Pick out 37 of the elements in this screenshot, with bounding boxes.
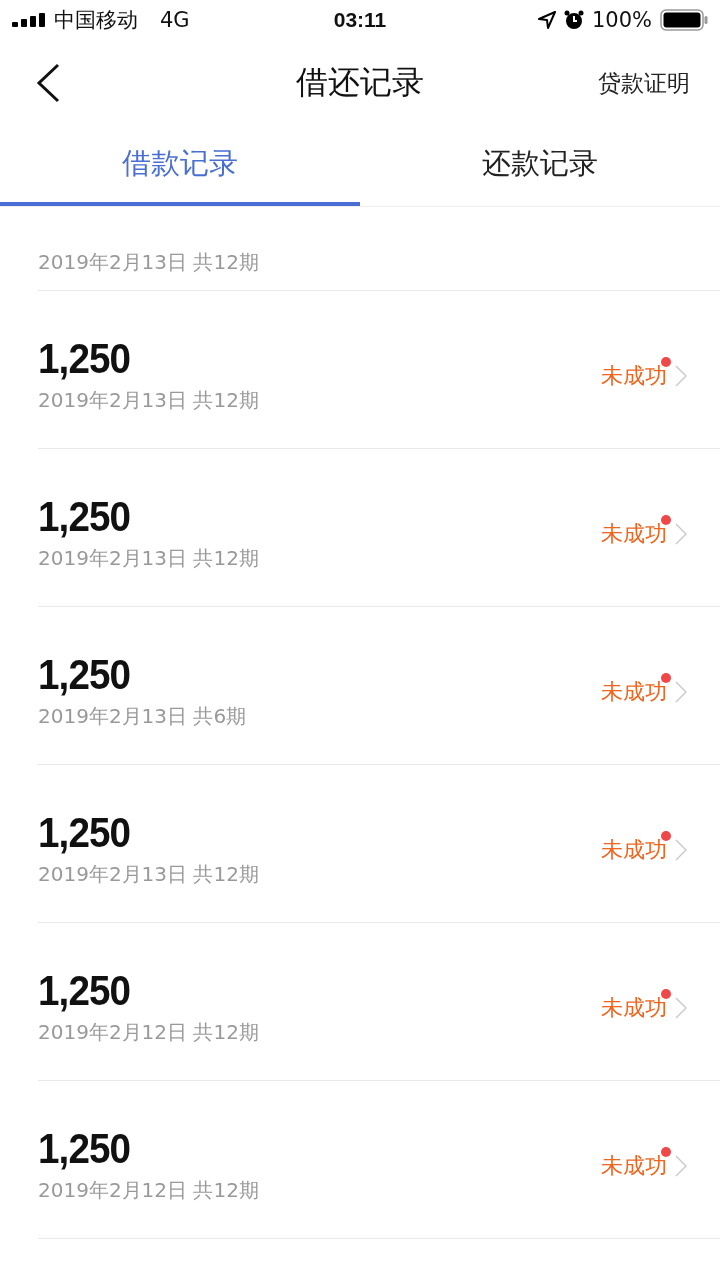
clock-time: 03:11 xyxy=(333,8,387,32)
loan-date-terms: 2019年2月13日 共6期 xyxy=(38,703,247,731)
loan-certificate-link[interactable]: 贷款证明 xyxy=(598,67,690,99)
chevron-right-icon xyxy=(675,996,687,1019)
loan-status: 未成功 xyxy=(601,361,667,390)
network-type: 4G xyxy=(160,8,190,32)
battery-percent: 100% xyxy=(591,8,652,32)
loan-amount: 1,250 xyxy=(38,652,132,698)
battery-icon xyxy=(660,9,708,31)
loan-date-terms: 2019年2月13日 共12期 xyxy=(38,387,259,415)
loan-status: 未成功 xyxy=(601,1151,667,1180)
alarm-clock-icon xyxy=(563,10,584,30)
location-arrow-icon xyxy=(537,11,556,29)
signal-icon xyxy=(12,13,46,27)
loan-status: 未成功 xyxy=(601,677,667,706)
loan-status: 未成功 xyxy=(601,993,667,1022)
chevron-right-icon xyxy=(675,364,687,387)
chevron-right-icon xyxy=(675,522,687,545)
chevron-right-icon xyxy=(675,680,687,703)
back-button[interactable] xyxy=(36,63,60,103)
loan-date-terms: 2019年2月13日 共12期 xyxy=(38,861,259,889)
loan-status: 未成功 xyxy=(601,519,667,548)
loan-date-terms: 2019年2月12日 共12期 xyxy=(38,1177,259,1205)
loan-status: 未成功 xyxy=(601,835,667,864)
page-title: 借还记录 xyxy=(296,62,424,103)
loan-date-terms: 2019年2月12日 共12期 xyxy=(38,1019,259,1047)
loan-amount: 1,250 xyxy=(38,494,132,540)
chevron-right-icon xyxy=(675,1154,687,1177)
loan-amount: 1,250 xyxy=(38,968,132,1014)
loan-amount: 1,250 xyxy=(38,336,132,382)
back-chevron-icon xyxy=(36,63,60,103)
loan-amount: 1,250 xyxy=(38,1126,132,1172)
carrier-name: 中国移动 xyxy=(54,7,138,34)
chevron-right-icon xyxy=(675,838,687,861)
loan-amount: 1,250 xyxy=(38,810,132,856)
loan-date-terms: 2019年2月13日 共12期 xyxy=(38,249,259,276)
loan-date-terms: 2019年2月13日 共12期 xyxy=(38,545,259,573)
